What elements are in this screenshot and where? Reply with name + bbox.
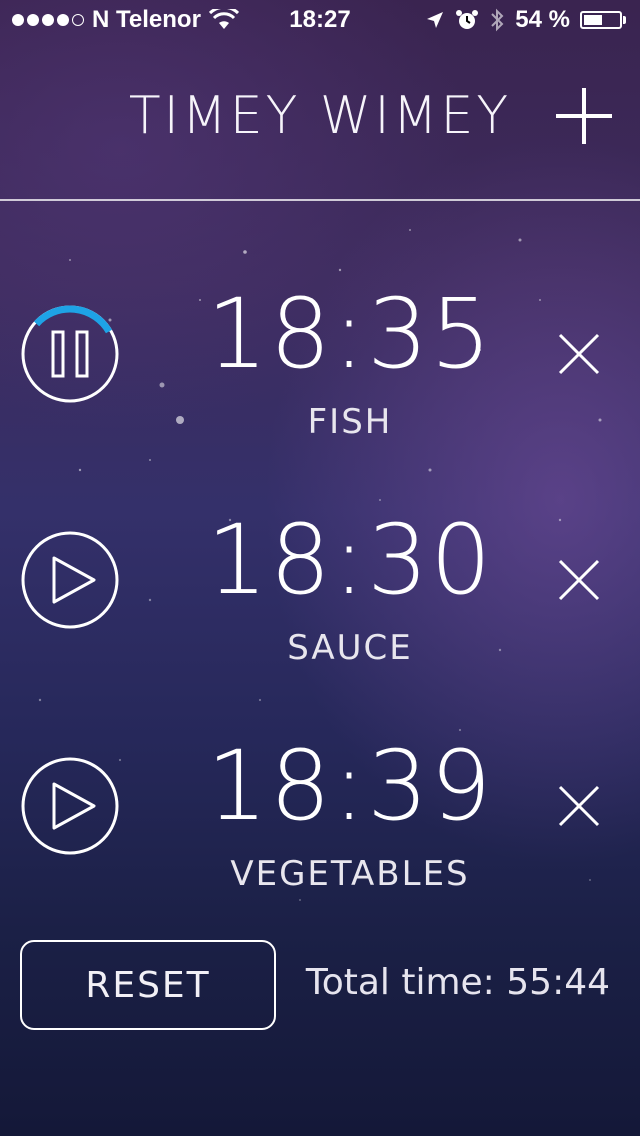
status-bar-right: 54 % xyxy=(425,6,626,34)
status-bar-left: N Telenor xyxy=(12,6,239,34)
location-icon xyxy=(427,12,444,28)
pause-icon xyxy=(51,330,89,378)
reset-button[interactable]: RESET xyxy=(20,940,276,1030)
plus-icon xyxy=(556,88,612,144)
timer-label: SAUCE xyxy=(287,628,413,668)
close-icon xyxy=(558,333,600,375)
total-time: Total time: 55:44 xyxy=(305,962,610,1003)
battery-level xyxy=(584,15,603,25)
timer-label: FISH xyxy=(307,402,393,442)
play-button[interactable] xyxy=(20,530,120,630)
alarm-icon xyxy=(456,10,479,29)
play-icon xyxy=(52,556,96,604)
timer-row-sauce: 18:30 SAUCE xyxy=(0,504,640,704)
timer-time: 18:35 xyxy=(206,278,494,390)
timer-row-vegetables: 18:39 VEGETABLES xyxy=(0,730,640,930)
battery-percentage: 54 % xyxy=(515,6,570,33)
signal-strength-icon xyxy=(12,14,84,26)
delete-timer-button[interactable] xyxy=(556,557,602,603)
close-icon xyxy=(558,785,600,827)
close-icon xyxy=(558,559,600,601)
timer-progress-ring xyxy=(33,305,112,334)
timer-time: 18:30 xyxy=(206,504,494,616)
timer-row-fish: 18:35 FISH xyxy=(0,278,640,478)
app-title: TIMEY WIMEY xyxy=(128,86,512,146)
header-divider xyxy=(0,199,640,201)
battery-icon xyxy=(580,11,626,29)
status-bar: N Telenor 18:27 54 % xyxy=(0,0,640,40)
pause-button[interactable] xyxy=(20,304,120,404)
carrier-name: N Telenor xyxy=(92,6,201,33)
timer-label: VEGETABLES xyxy=(230,854,470,894)
timer-time: 18:39 xyxy=(206,730,494,842)
delete-timer-button[interactable] xyxy=(556,331,602,377)
wifi-icon xyxy=(208,9,239,29)
play-button[interactable] xyxy=(20,756,120,856)
add-timer-button[interactable] xyxy=(554,86,614,146)
bluetooth-icon xyxy=(491,8,504,32)
play-icon xyxy=(52,782,96,830)
delete-timer-button[interactable] xyxy=(556,783,602,829)
